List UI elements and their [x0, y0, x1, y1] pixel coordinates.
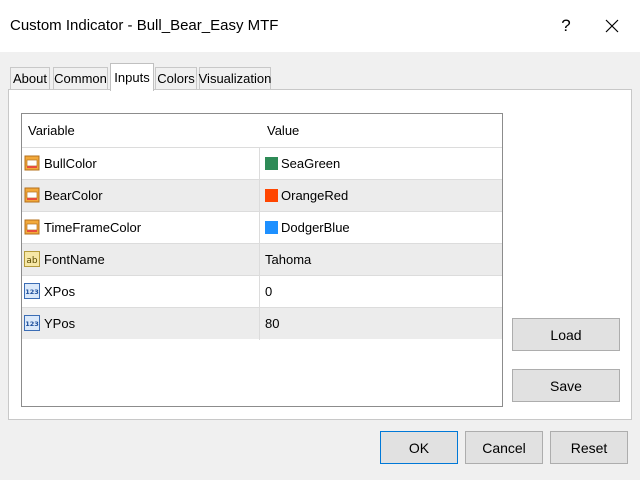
string-param-icon: ab — [24, 251, 40, 267]
table-row[interactable]: 123 YPos 80 — [22, 307, 502, 340]
color-swatch — [265, 189, 278, 202]
inputs-table: Variable Value BullColor SeaGreen BearCo… — [21, 113, 503, 407]
column-header-variable[interactable]: Variable — [28, 114, 75, 147]
close-button[interactable] — [594, 8, 630, 44]
load-button[interactable]: Load — [512, 318, 620, 351]
integer-param-icon-label: 123 — [25, 320, 39, 328]
help-button[interactable]: ? — [548, 8, 584, 44]
variable-value[interactable]: 0 — [265, 276, 272, 307]
integer-param-icon-label: 123 — [25, 288, 39, 296]
table-row[interactable]: ab FontName Tahoma — [22, 243, 502, 276]
color-param-icon — [24, 155, 40, 171]
color-param-icon — [24, 187, 40, 203]
variable-value[interactable]: SeaGreen — [281, 148, 340, 179]
close-icon — [605, 19, 619, 33]
variable-name: BullColor — [44, 156, 97, 171]
save-button[interactable]: Save — [512, 369, 620, 402]
variable-name: YPos — [44, 316, 76, 331]
variable-value[interactable]: Tahoma — [265, 244, 311, 275]
table-row[interactable]: 123 XPos 0 — [22, 275, 502, 308]
variable-name: BearColor — [44, 188, 103, 203]
tab-visualization[interactable]: Visualization — [199, 67, 271, 89]
tab-colors[interactable]: Colors — [155, 67, 197, 89]
color-swatch — [265, 221, 278, 234]
ok-button[interactable]: OK — [380, 431, 458, 464]
variable-value[interactable]: DodgerBlue — [281, 212, 350, 243]
variable-value[interactable]: 80 — [265, 308, 279, 339]
color-swatch — [265, 157, 278, 170]
table-row[interactable]: BullColor SeaGreen — [22, 147, 502, 180]
table-row[interactable]: TimeFrameColor DodgerBlue — [22, 211, 502, 244]
tab-about[interactable]: About — [10, 67, 50, 89]
variable-value[interactable]: OrangeRed — [281, 180, 348, 211]
column-header-value[interactable]: Value — [267, 114, 299, 147]
window-title: Custom Indicator - Bull_Bear_Easy MTF — [10, 17, 279, 34]
table-row[interactable]: BearColor OrangeRed — [22, 179, 502, 212]
variable-name: TimeFrameColor — [44, 220, 142, 235]
integer-param-icon: 123 — [24, 315, 40, 331]
string-param-icon-label: ab — [26, 256, 38, 266]
title-bar: Custom Indicator - Bull_Bear_Easy MTF ? — [0, 0, 640, 52]
integer-param-icon: 123 — [24, 283, 40, 299]
tab-inputs[interactable]: Inputs — [110, 63, 154, 91]
table-header: Variable Value — [22, 114, 502, 147]
variable-name: XPos — [44, 284, 76, 299]
color-param-icon — [24, 219, 40, 235]
reset-button[interactable]: Reset — [550, 431, 628, 464]
tab-common[interactable]: Common — [53, 67, 108, 89]
cancel-button[interactable]: Cancel — [465, 431, 543, 464]
variable-name: FontName — [44, 252, 105, 267]
